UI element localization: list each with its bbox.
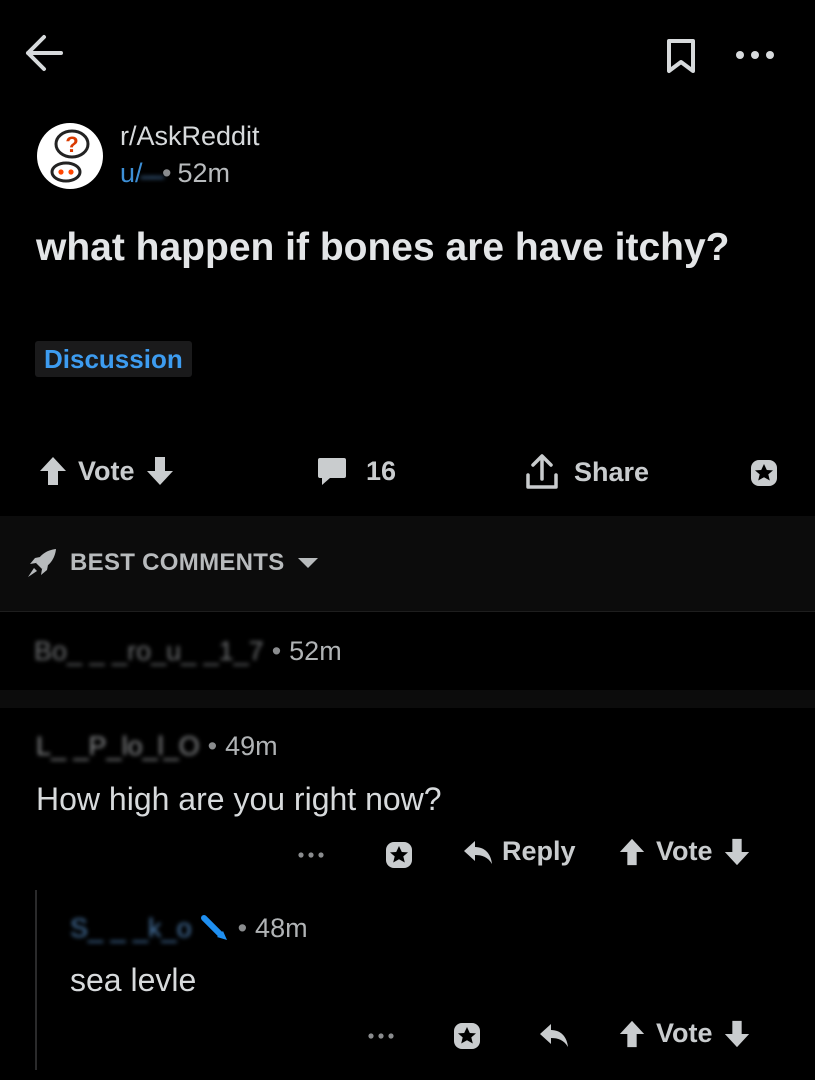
reply-label: Reply	[502, 836, 576, 866]
post-vote-group: Vote	[38, 455, 175, 487]
comment-more-button[interactable]	[368, 1031, 394, 1041]
author-prefix[interactable]: u/	[120, 158, 143, 189]
comment-time: 49m	[225, 731, 278, 761]
comment-vote-group: Vote	[618, 1018, 751, 1049]
bookmark-button[interactable]	[666, 38, 696, 74]
post-flair[interactable]: Discussion	[35, 341, 192, 377]
comment-author[interactable]: L_ _P_lo_l_O	[36, 731, 200, 762]
downvote-icon[interactable]	[723, 1019, 751, 1049]
downvote-icon[interactable]	[145, 455, 175, 487]
vote-label: Vote	[78, 455, 135, 486]
thread-line[interactable]	[35, 890, 37, 1070]
back-button[interactable]	[24, 34, 64, 72]
vote-label: Vote	[656, 1018, 713, 1048]
comment-author[interactable]: Bo_ _ _ro_u_ _1_7	[34, 636, 264, 667]
post-title: what happen if bones are have itchy?	[36, 226, 730, 269]
comment-header: L_ _P_lo_l_O • 49m	[36, 731, 278, 762]
caret-down-icon	[297, 558, 318, 568]
post-meta: u/ ̶̶̶ ̶̶̶ • 52m	[120, 158, 230, 189]
upvote-icon[interactable]	[618, 1019, 646, 1049]
comment-divider	[0, 690, 815, 708]
meta-separator: •	[237, 913, 248, 943]
arrow-left-icon	[26, 35, 63, 71]
subreddit-avatar[interactable]: ?	[36, 122, 104, 190]
meta-separator: •	[207, 731, 218, 761]
meta-separator: •	[162, 158, 172, 188]
more-dots-icon	[298, 852, 324, 858]
upvote-icon[interactable]	[38, 455, 68, 487]
share-button[interactable]: Share	[524, 453, 649, 491]
collapsed-comment[interactable]: Bo_ _ _ro_u_ _1_7 • 52m	[34, 636, 342, 667]
comment-more-button[interactable]	[298, 850, 324, 860]
rocket-icon	[28, 549, 56, 577]
comments-button[interactable]: 16	[316, 455, 396, 487]
more-dots-icon	[736, 51, 774, 59]
comment-award-button[interactable]	[382, 838, 416, 872]
comment-author[interactable]: S_ _ _k_o	[70, 913, 192, 944]
vote-label: Vote	[656, 836, 713, 866]
comment-time: 48m	[255, 913, 308, 943]
more-options-button[interactable]	[735, 48, 775, 62]
comment-body: sea levle	[70, 962, 197, 998]
meta-separator: •	[271, 636, 282, 666]
award-icon	[751, 460, 777, 486]
sort-label: BEST COMMENTS	[70, 549, 285, 576]
downvote-icon[interactable]	[723, 837, 751, 867]
share-label: Share	[574, 456, 650, 487]
share-icon	[526, 454, 558, 489]
reply-button[interactable]: Reply	[462, 836, 576, 867]
author-name[interactable]: ̶̶̶ ̶̶̶	[149, 158, 157, 189]
reply-arrow-icon	[540, 1024, 568, 1047]
more-dots-icon	[368, 1033, 394, 1039]
sort-selector[interactable]: BEST COMMENTS	[26, 547, 319, 579]
award-icon	[454, 1023, 480, 1049]
comment-body: How high are you right now?	[36, 781, 442, 817]
comment-bubble-icon	[318, 458, 346, 485]
comment-vote-group: Vote	[618, 836, 751, 867]
upvote-icon[interactable]	[618, 837, 646, 867]
award-icon	[386, 842, 412, 868]
comment-count: 16	[366, 455, 397, 486]
moderator-sword-icon	[200, 914, 227, 940]
comment-award-button[interactable]	[450, 1019, 484, 1053]
comment-time: 52m	[289, 636, 342, 666]
subreddit-name[interactable]: r/AskReddit	[120, 121, 260, 152]
reply-arrow-icon	[464, 840, 492, 864]
award-button[interactable]	[747, 456, 781, 490]
svg-text:?: ?	[65, 132, 78, 157]
reply-button[interactable]	[538, 1020, 570, 1050]
divider	[0, 611, 815, 612]
comment-header: S_ _ _k_o • 48m	[70, 913, 308, 944]
post-time: 52m	[177, 158, 231, 188]
askreddit-logo-icon: ?	[37, 123, 103, 189]
bookmark-icon	[667, 39, 695, 73]
